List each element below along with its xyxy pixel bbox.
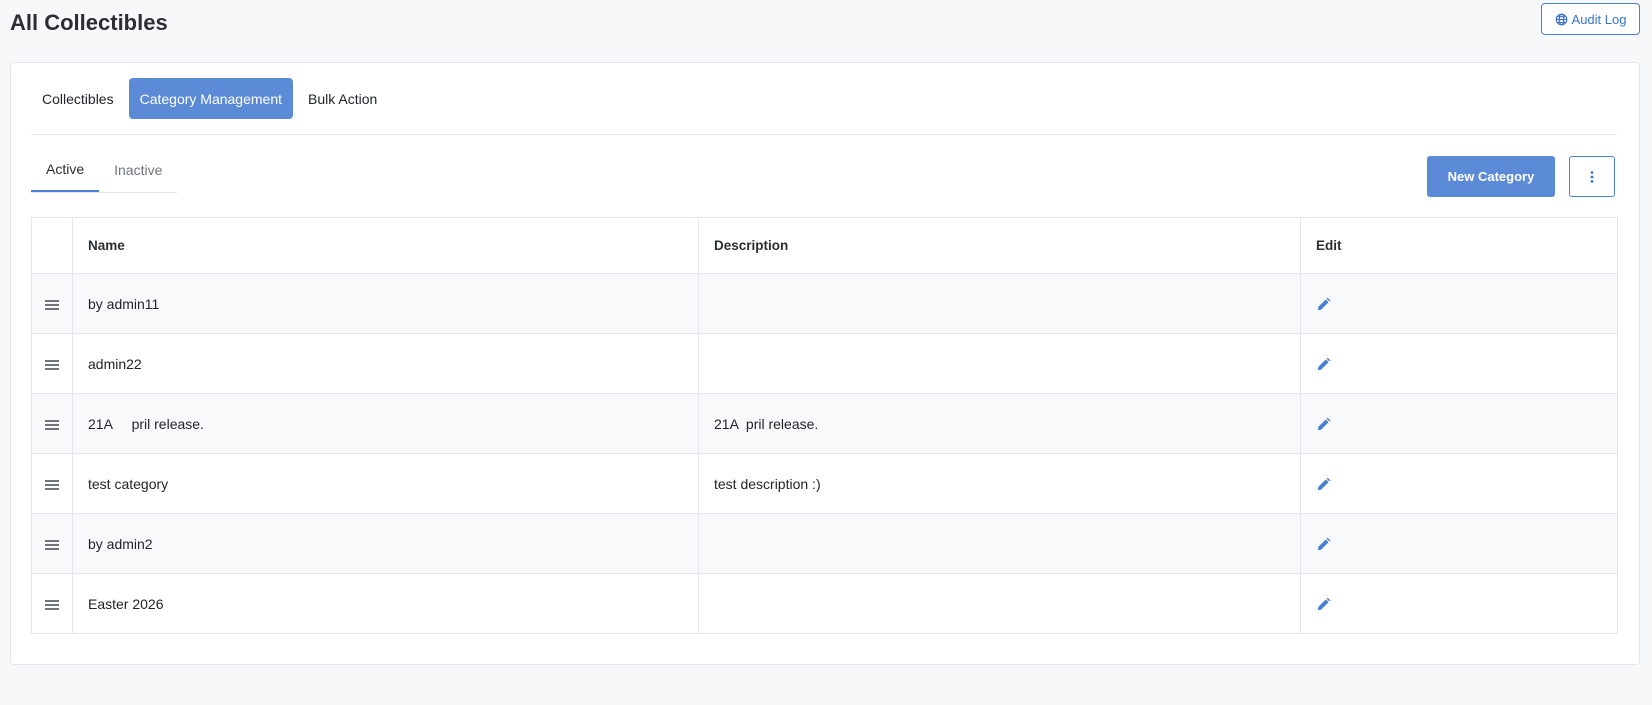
category-description <box>698 573 1301 634</box>
globe-icon <box>1555 13 1567 25</box>
content-card: Collectibles Category Management Bulk Ac… <box>10 62 1640 665</box>
pencil-icon[interactable] <box>1316 356 1332 372</box>
category-description: test description :) <box>698 453 1301 514</box>
category-name: test category <box>72 453 699 514</box>
name-column-header: Name <box>72 217 699 274</box>
edit-cell <box>1300 453 1618 514</box>
category-name: by admin11 <box>72 273 699 334</box>
table-row: test category test description :) <box>31 453 1618 514</box>
edit-cell <box>1300 513 1618 574</box>
tab-active[interactable]: Active <box>31 148 100 192</box>
category-description <box>698 333 1301 394</box>
edit-cell <box>1300 273 1618 334</box>
tab-collectibles[interactable]: Collectibles <box>31 78 125 119</box>
drag-handle-cell[interactable] <box>31 453 73 514</box>
category-description <box>698 513 1301 574</box>
drag-column-header <box>31 217 73 274</box>
pencil-icon[interactable] <box>1316 476 1332 492</box>
table-row: 21A pril release. 21A pril release. <box>31 393 1618 454</box>
kebab-vertical-icon <box>1590 170 1594 183</box>
drag-handle-cell[interactable] <box>31 273 73 334</box>
audit-log-button[interactable]: Audit Log <box>1541 3 1640 35</box>
main-tabs: Collectibles Category Management Bulk Ac… <box>31 78 388 119</box>
drag-handle-icon[interactable] <box>45 539 59 550</box>
tab-inactive[interactable]: Inactive <box>99 148 177 192</box>
drag-handle-cell[interactable] <box>31 393 73 454</box>
category-name: 21A pril release. <box>72 393 699 454</box>
drag-handle-icon[interactable] <box>45 599 59 610</box>
table-row: Easter 2026 <box>31 573 1618 634</box>
drag-handle-cell[interactable] <box>31 513 73 574</box>
category-description: 21A pril release. <box>698 393 1301 454</box>
category-name: admin22 <box>72 333 699 394</box>
category-name: Easter 2026 <box>72 573 699 634</box>
pencil-icon[interactable] <box>1316 296 1332 312</box>
description-column-header: Description <box>698 217 1301 274</box>
page-title: All Collectibles <box>10 10 168 35</box>
edit-cell <box>1300 573 1618 634</box>
categories-table: Name Description Edit by admin11 admin22 2… <box>31 217 1618 634</box>
pencil-icon[interactable] <box>1316 596 1332 612</box>
drag-handle-cell[interactable] <box>31 333 73 394</box>
category-name: by admin2 <box>72 513 699 574</box>
table-row: admin22 <box>31 333 1618 394</box>
pencil-icon[interactable] <box>1316 536 1332 552</box>
table-row: by admin11 <box>31 273 1618 334</box>
table-row: by admin2 <box>31 513 1618 574</box>
audit-log-label: Audit Log <box>1571 11 1627 27</box>
table-header-row: Name Description Edit <box>31 217 1618 274</box>
tab-category-management[interactable]: Category Management <box>128 78 294 119</box>
drag-handle-cell[interactable] <box>31 573 73 634</box>
edit-column-header: Edit <box>1300 217 1618 274</box>
drag-handle-icon[interactable] <box>45 359 59 370</box>
pencil-icon[interactable] <box>1316 416 1332 432</box>
edit-cell <box>1300 333 1618 394</box>
drag-handle-icon[interactable] <box>45 419 59 430</box>
category-description <box>698 273 1301 334</box>
drag-handle-icon[interactable] <box>45 299 59 310</box>
tab-bulk-action[interactable]: Bulk Action <box>297 78 388 119</box>
drag-handle-icon[interactable] <box>45 479 59 490</box>
new-category-button[interactable]: New Category <box>1427 156 1555 197</box>
status-tabs: Active Inactive <box>31 148 178 193</box>
more-options-button[interactable] <box>1569 156 1615 197</box>
tabs-divider <box>31 134 1617 135</box>
edit-cell <box>1300 393 1618 454</box>
